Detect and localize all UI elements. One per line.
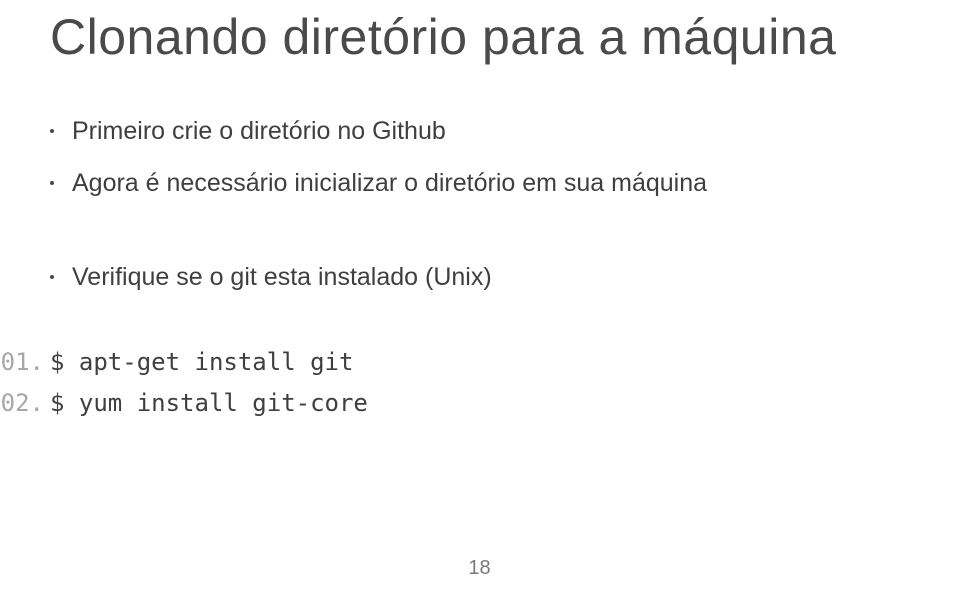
code-line: 01. $ apt-get install git (0, 342, 368, 383)
code-block: 01. $ apt-get install git 02. $ yum inst… (0, 342, 368, 424)
page-number: 18 (0, 557, 959, 580)
bullet-list: Primeiro crie o diretório no Github Agor… (50, 115, 707, 312)
bullet-dot-icon (50, 181, 54, 185)
bullet-item: Agora é necessário inicializar o diretór… (50, 167, 707, 201)
bullet-item: Primeiro crie o diretório no Github (50, 115, 707, 149)
code-text: $ yum install git-core (50, 383, 368, 424)
bullet-dot-icon (50, 129, 54, 133)
bullet-text: Primeiro crie o diretório no Github (72, 115, 446, 149)
bullet-text: Verifique se o git esta instalado (Unix) (72, 261, 492, 295)
slide-title: Clonando diretório para a máquina (50, 8, 836, 66)
bullet-text: Agora é necessário inicializar o diretór… (72, 167, 707, 201)
line-number: 01. (0, 342, 44, 383)
slide: Clonando diretório para a máquina Primei… (0, 0, 959, 590)
bullet-dot-icon (50, 275, 54, 279)
line-number: 02. (0, 383, 44, 424)
code-text: $ apt-get install git (50, 342, 353, 383)
bullet-item: Verifique se o git esta instalado (Unix) (50, 261, 707, 295)
code-line: 02. $ yum install git-core (0, 383, 368, 424)
